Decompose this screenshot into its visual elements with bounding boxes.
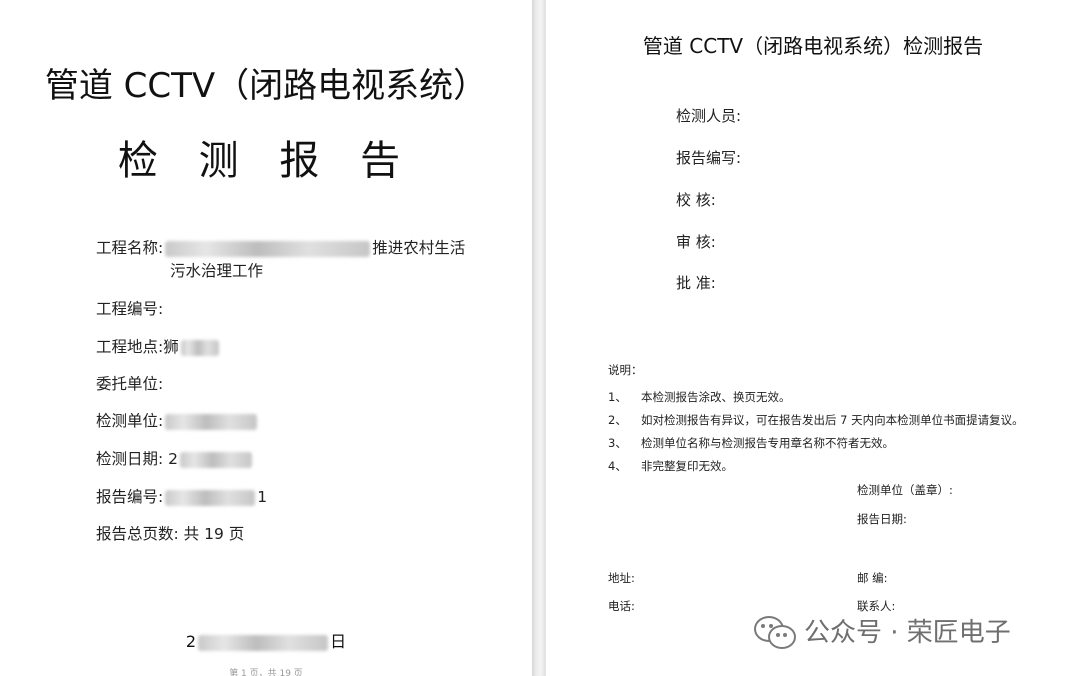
footer-date-tail: 日 xyxy=(330,632,347,651)
note-number: 1、 xyxy=(608,390,627,404)
note-item: 4、 xyxy=(608,458,627,474)
cover-subtitle: 检 测 报 告 xyxy=(117,138,415,184)
postcode-label: 邮 编: xyxy=(857,571,888,585)
report-title: 管道 CCTV（闭路电视系统）检测报告 xyxy=(642,34,984,58)
note-text: 非完整复印无效。 xyxy=(641,459,733,473)
project-site-label: 工程地点: xyxy=(96,338,164,356)
report-no-label: 报告编号: xyxy=(96,488,164,506)
report-page: 管道 CCTV（闭路电视系统）检测报告 检测人员: 报告编写: 校 核: 审 核… xyxy=(546,0,1080,676)
footer-date-value: 2 xyxy=(185,632,197,651)
field-total-pages: 报告总页数: 共 19 页 xyxy=(96,522,244,544)
redacted-text xyxy=(180,451,253,468)
redacted-text xyxy=(165,413,258,430)
project-site-value: 狮 xyxy=(163,338,179,356)
project-name-label: 工程名称: xyxy=(96,239,164,257)
inspect-date-label: 检测日期: xyxy=(96,450,164,468)
redacted-text xyxy=(165,240,371,257)
signature-writer: 报告编写: xyxy=(676,149,742,167)
total-pages-value: 共 19 页 xyxy=(183,525,245,543)
field-report-no: 报告编号: 1 xyxy=(96,485,267,507)
note-number: 2、 xyxy=(608,413,627,427)
note-item: 2、 xyxy=(608,412,627,428)
field-project-name: 工程名称: 推进农村生活 xyxy=(96,236,465,258)
phone-label: 电话: xyxy=(608,599,635,613)
note-text: 如对检测报告有异议，可在报告发出后 7 天内向本检测单位书面提请复议。 xyxy=(641,413,1024,427)
inspector-unit-label: 检测单位: xyxy=(96,412,164,430)
watermark: 公众号 · 荣匠电子 xyxy=(754,612,1011,649)
field-project-no: 工程编号: xyxy=(96,300,164,318)
redacted-text xyxy=(180,339,219,356)
field-client: 委托单位: xyxy=(96,375,164,393)
signature-reviewer: 审 核: xyxy=(676,233,716,251)
note-item: 3、 xyxy=(608,435,627,451)
note-number: 4、 xyxy=(608,459,627,473)
note-text: 检测单位名称与检测报告专用章名称不符者无效。 xyxy=(641,436,894,450)
cover-page: 管道 CCTV（闭路电视系统） 检 测 报 告 工程名称: 推进农村生活 污水治理… xyxy=(0,0,532,676)
inspect-date-value: 2 xyxy=(168,450,179,468)
page-gutter xyxy=(532,0,546,676)
signature-checker: 校 核: xyxy=(676,191,716,209)
report-no-tail: 1 xyxy=(257,488,268,506)
signature-inspector: 检测人员: xyxy=(676,107,742,125)
cover-title: 管道 CCTV（闭路电视系统） xyxy=(44,66,488,106)
page-number: 第 1 页，共 19 页 xyxy=(229,669,303,676)
redacted-text xyxy=(165,489,256,506)
wechat-icon xyxy=(754,614,796,649)
report-date-label: 报告日期: xyxy=(857,512,907,526)
project-name-line2: 污水治理工作 xyxy=(170,262,264,280)
stamp-label: 检测单位（盖章）: xyxy=(857,483,953,497)
redacted-text xyxy=(198,634,329,651)
note-text: 本检测报告涂改、换页无效。 xyxy=(641,390,791,404)
note-number: 3、 xyxy=(608,436,627,450)
field-project-site: 工程地点:狮 xyxy=(96,335,221,357)
notes-heading: 说明： xyxy=(608,363,643,377)
total-pages-label: 报告总页数: xyxy=(96,525,179,543)
note-item: 1、 xyxy=(608,389,627,405)
address-label: 地址: xyxy=(608,571,635,585)
project-name-tail: 推进农村生活 xyxy=(372,239,466,257)
footer-date: 2日 xyxy=(0,628,532,652)
signature-approver: 批 准: xyxy=(676,274,716,292)
field-inspector-unit: 检测单位: xyxy=(96,409,259,431)
watermark-text: 公众号 · 荣匠电子 xyxy=(804,618,1011,648)
field-inspect-date: 检测日期: 2 xyxy=(96,447,254,469)
